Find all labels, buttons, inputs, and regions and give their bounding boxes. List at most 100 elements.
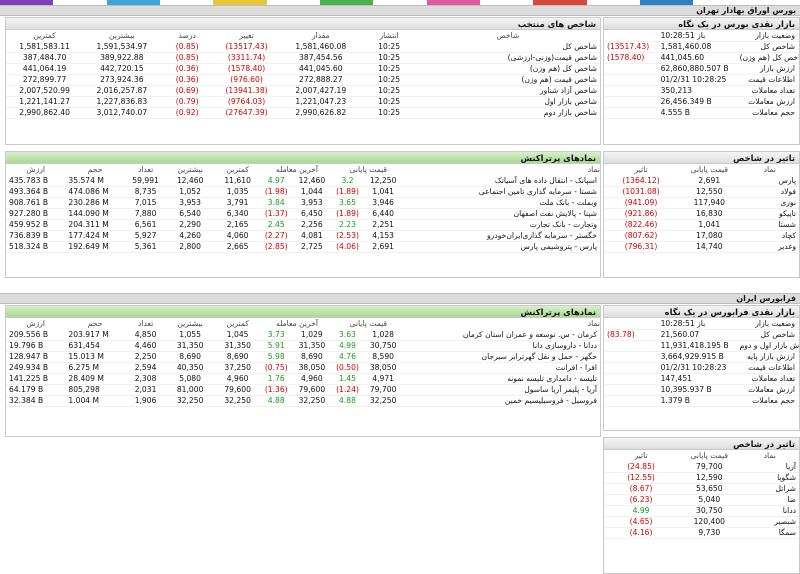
tse-top-title: نمادهای پرتراکنش [6, 152, 600, 164]
snapshot-extra [604, 373, 659, 385]
top-high: 2,290 [166, 219, 214, 231]
impact-row[interactable]: (6.23) 5,040 ضا [604, 494, 799, 506]
impact-price: 53,650 [678, 483, 741, 495]
indices-header-change: تغییر [239, 31, 254, 40]
top-high: 6,540 [166, 208, 214, 220]
tse-impact-title: تاثیر در شاخص [604, 152, 799, 164]
impact-row[interactable]: (941.09) 117,940 نوری [604, 197, 799, 209]
top-last-chg: 3.84 [261, 197, 292, 209]
snapshot-label: ارزش معاملات [736, 384, 799, 396]
top-val: 32.384 B [6, 395, 66, 407]
index-row[interactable]: 272,899.77 273,924.36 (0.36) (976.60) 272,88… [6, 74, 600, 86]
index-name: شاخص بازار دوم [415, 107, 600, 119]
impact-price: 120,400 [678, 516, 741, 528]
impact-sym: ددانا [740, 505, 799, 517]
top-last-chg: (1.36) [261, 384, 292, 396]
top-name: وتجارت - بانک تجارت [403, 219, 600, 231]
impact-row[interactable]: (921.86) 16,830 تاپیکو [604, 208, 799, 220]
top-header-low: کمترین [226, 165, 249, 174]
impact-row[interactable]: (807.62) 17,080 کچاد [604, 230, 799, 242]
impact-row[interactable]: (796.31) 14,740 وغدیر [604, 241, 799, 253]
impact-row[interactable]: 4.99 30,750 ددانا [604, 505, 799, 517]
ifb-impact-title: تاثیر در شاخص [604, 438, 799, 450]
top-symbol-row[interactable]: 128.947 B 15.013 M 2,250 8,690 8,690 5.98 8,69… [6, 351, 600, 363]
top-vol: 631,454 [65, 340, 125, 352]
top-symbol-row[interactable]: 908.761 B 230.286 M 7,015 3,953 3,791 3.84 3,9… [6, 197, 600, 209]
top-low: 1,035 [213, 186, 262, 198]
top-count: 4,850 [124, 329, 167, 341]
top-symbol-row[interactable]: 209.556 B 203.917 M 4,850 1,055 1,045 3.73 1,0… [6, 329, 600, 341]
top-last-chg: 4.97 [261, 175, 292, 187]
impact-row[interactable]: (24.85) 79,700 آریا [604, 461, 799, 473]
index-value: 1,581,460.08 [279, 41, 363, 53]
impact-sym: شبصیر [740, 516, 799, 528]
impact-header-price: قیمت پایانی [690, 165, 729, 174]
impact-sym: شراتل [740, 483, 799, 495]
index-row[interactable]: 1,221,141.27 1,227,836.83 (0.79) (9764.03) 1… [6, 96, 600, 108]
index-high: 273,924.36 [83, 74, 161, 86]
top-symbol-row[interactable]: 249.934 B 6.275 M 2,594 40,350 37,250 (0.75) 3… [6, 362, 600, 374]
top-close-chg: 3.2 [332, 175, 363, 187]
index-high: 2,016,257.87 [83, 85, 161, 97]
top-close: 32,250 [362, 395, 404, 407]
top-last-chg: (1.37) [261, 208, 292, 220]
top-last: 32,250 [291, 395, 333, 407]
index-high: 389,922.88 [83, 52, 161, 64]
impact-row[interactable]: (4.65) 120,400 شبصیر [604, 516, 799, 528]
top-symbol-row[interactable]: 459.952 B 204.311 M 6,561 2,290 2,165 2.45 2,2… [6, 219, 600, 231]
impact-row[interactable]: (12.55) 12,590 شگویا [604, 472, 799, 484]
top-symbol-row[interactable]: 493.364 B 474.086 M 8,735 1,052 1,035 (1.98) 1… [6, 186, 600, 198]
indices-header-value: مقدار [311, 31, 330, 40]
top-symbol-row[interactable]: 19.796 B 631,454 4,460 31,350 31,350 5.91 31,3… [6, 340, 600, 352]
top-close-chg: (1.89) [332, 186, 363, 198]
impact-price: 117,940 [678, 197, 741, 209]
top-vol: 28.409 M [65, 373, 125, 385]
top-close: 1,041 [362, 186, 404, 198]
snapshot-extra [604, 107, 659, 119]
top-symbol-row[interactable]: 927.280 B 144.090 M 7,880 6,540 6,340 (1.37) 6… [6, 208, 600, 220]
top-symbol-row[interactable]: 518.324 B 192.649 M 5,361 2,800 2,665 (2.85) 2… [6, 241, 600, 253]
impact-effect: (4.16) [604, 527, 679, 539]
impact-row[interactable]: (1031.08) 12,550 فولاد [604, 186, 799, 198]
top-close-chg: (4.06) [332, 241, 363, 253]
top-close: 30,750 [362, 340, 404, 352]
top-val: 19.796 B [6, 340, 66, 352]
impact-sym: پارس [740, 175, 799, 187]
index-row[interactable]: 1,581,583.11 1,591,534.97 (0.85) (13517.43)… [6, 41, 600, 53]
top-symbol-row[interactable]: 64.179 B 805,298 2,031 81,000 79,600 (1.36) 79… [6, 384, 600, 396]
impact-row[interactable]: (8.67) 53,650 شراتل [604, 483, 799, 495]
indices-header-name: شاخص [496, 31, 520, 40]
snapshot-value: 350,213 [658, 85, 737, 97]
index-row[interactable]: 2,007,520.99 2,016,257.87 (0.69) (13941.38)… [6, 85, 600, 97]
index-low: 272,899.77 [6, 74, 84, 86]
top-symbol-row[interactable]: 32.384 B 1.004 M 1,906 32,250 32,250 4.88 32,2… [6, 395, 600, 407]
top-symbol-row[interactable]: 736.839 B 177.424 M 5,927 4,260 4,060 (2.27) 4… [6, 230, 600, 242]
index-change: (3311.74) [213, 52, 280, 64]
top-count: 2,594 [124, 362, 167, 374]
top-high: 2,800 [166, 241, 214, 253]
impact-header-price: قیمت پایانی [690, 451, 729, 460]
top-close-chg: 2.23 [332, 219, 363, 231]
impact-price: 9,730 [678, 527, 741, 539]
snapshot-label: اطلاعات قیمت [736, 362, 799, 374]
snapshot-value: 26,456.349 B [658, 96, 737, 108]
snapshot-extra: (1578.40) [604, 52, 659, 64]
impact-sym: فولاد [740, 186, 799, 198]
index-row[interactable]: 2,990,862.40 3,012,740.07 (0.92) (27647.39)… [6, 107, 600, 119]
impact-sym: وغدیر [740, 241, 799, 253]
impact-row[interactable]: (822.46) 1,041 شستا [604, 219, 799, 231]
snapshot-extra [604, 395, 659, 407]
index-row[interactable]: 387,484.70 389,922.88 (0.85) (3311.74) 387,4… [6, 52, 600, 64]
index-row[interactable]: 441,064.19 442,720.15 (0.36) (1578.40) 441,0… [6, 63, 600, 75]
impact-row[interactable]: (4.16) 9,730 سمگا [604, 527, 799, 539]
impact-row[interactable]: (1364.12) 2,691 پارس [604, 175, 799, 187]
index-pct: (0.85) [160, 41, 214, 53]
snapshot-label: شاخص کل [736, 41, 799, 53]
index-pct: (0.79) [160, 96, 214, 108]
top-close-chg: 4.99 [332, 340, 363, 352]
snapshot-extra [604, 85, 659, 97]
top-symbol-row[interactable]: 435.783 B 35.574 M 59,991 12,460 11,610 4.97 1… [6, 175, 600, 187]
top-header-volume: حجم [87, 165, 103, 174]
top-symbol-row[interactable]: 141.225 B 28.409 M 2,308 5,080 4,960 1.76 4,96… [6, 373, 600, 385]
impact-table: تاثیر قیمت پایانی نماد (24.85) 79,700 آریا (12… [604, 450, 799, 539]
